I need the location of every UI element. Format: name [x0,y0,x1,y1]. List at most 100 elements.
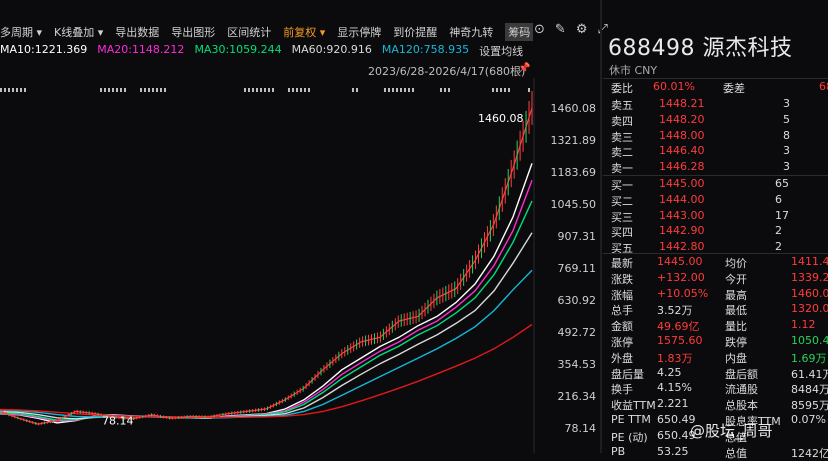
stat-value-2: 8484万 [791,383,828,397]
panel-divider [600,0,602,453]
stat-value-2: 1339.26 [791,270,828,284]
sell-volume: 8 [783,128,790,142]
toolbar-item-8[interactable]: 神奇九转 [449,24,493,40]
activity-mark [304,88,306,92]
stat-label: 外盘 [611,351,633,365]
buy-volume: 17 [775,208,789,222]
buy-label: 买三 [611,210,633,224]
ma30-label: MA30:1059.244 [194,43,282,56]
activity-mark [16,88,18,92]
quote-row: 买三 1443.00 17 [603,209,828,225]
quote-row: 卖四 1448.20 5 [603,113,828,129]
quote-row: 总手 3.52万 最低 1320.00 [603,302,828,318]
activity-mark [164,88,166,92]
sell-label: 卖二 [611,146,633,160]
quote-row: 卖五 1448.21 3 [603,97,828,113]
activity-mark [252,88,254,92]
toolbar-icons: ⊙ ✎ ⚙ ⤢ [534,22,608,37]
sell-volume: 3 [783,97,790,110]
activity-mark [300,88,302,92]
stat-value-2: 1.69万 [791,351,827,365]
series-line-price [0,107,533,425]
stat-label: 总手 [611,304,633,318]
quote-row: 卖二 1446.40 3 [603,144,828,160]
activity-mark [24,88,26,92]
toolbar-item-0[interactable]: 多周期 ▾ [0,24,42,40]
stat-value-2: 61.41万 [791,367,828,381]
toolbar-item-1[interactable]: K线叠加 ▾ [54,24,103,40]
market-status: 休市 CNY [609,64,658,77]
pencil-icon[interactable]: ✎ [555,22,566,37]
quote-row: 涨幅 +10.05% 最高 1460.08 [603,287,828,303]
stat-value: 1.83万 [657,351,693,365]
stat-label: 涨停 [611,336,633,349]
stat-label-2: 均价 [725,257,747,270]
ma60-label: MA60:920.916 [291,43,372,56]
y-tick-label: 1183.69 [551,166,597,179]
toolbar-item-3[interactable]: 导出图形 [171,24,215,40]
activity-mark [384,88,386,92]
settings-icon[interactable]: ⚙ [576,22,588,37]
pin-icon[interactable]: 📌 [518,63,530,74]
stat-value-2: 1050.40 [791,334,828,347]
buy-volume: 65 [775,177,789,190]
stat-value: 3.52万 [657,304,693,318]
ma-legend: MA10:1221.369 MA20:1148.212 MA30:1059.24… [0,43,533,59]
toolbar-item-9[interactable]: 筹码 [505,23,534,41]
activity-mark [504,88,506,92]
weibi-value: 60.01% [653,80,695,93]
sell-volume: 3 [783,144,790,158]
separator-bottom [603,253,828,254]
watermark: @股坛_周哥 [690,422,773,440]
max-price-label: 1460.08 [478,112,524,125]
activity-mark [112,88,114,92]
toolbar-item-7[interactable]: 到价提醒 [393,24,437,40]
activity-mark [388,88,390,92]
activity-mark [492,88,494,92]
activity-mark [396,88,398,92]
stat-value: 53.25 [657,444,689,458]
sell-label: 卖四 [611,114,633,128]
activity-mark [144,88,146,92]
activity-mark [412,88,414,92]
series-line-ma60 [0,232,533,420]
buy-price: 1442.90 [659,224,705,238]
activity-mark [264,88,266,92]
stat-value: 4.25 [657,365,682,379]
stat-value-2: 1320.00 [791,302,828,316]
circle-chevron-down-icon[interactable]: ⊙ [534,22,545,37]
quote-row: 外盘 1.83万 内盘 1.69万 [603,350,828,366]
toolbar-item-5[interactable]: 前复权 ▾ [283,24,325,40]
stat-value-2: 0.07% [791,413,826,426]
chart-svg[interactable]: 1460.08 1321.89 1183.69 1045.50 907.31 769.11… [0,78,598,453]
activity-mark [4,88,6,92]
stat-value-2: 8595万 [791,399,828,413]
toolbar-item-6[interactable]: 显示停牌 [337,24,381,40]
y-tick-label: 492.72 [558,326,597,339]
stat-value: 1445.00 [657,255,703,268]
activity-mark [8,88,10,92]
sell-label: 卖三 [611,130,633,144]
stat-value: 49.69亿 [657,320,700,334]
sell-label: 卖五 [611,99,633,112]
activity-mark [296,88,298,92]
activity-mark [108,88,110,92]
stat-label-2: 跌停 [725,336,747,349]
kline-chart[interactable]: 1460.08 1321.89 1183.69 1045.50 907.31 769.11… [0,78,598,453]
toolbar-item-2[interactable]: 导出数据 [115,24,159,40]
activity-mark [408,88,410,92]
separator-mid [603,175,828,176]
ma10-label: MA10:1221.369 [0,43,88,56]
activity-mark [152,88,154,92]
stat-value-2: 1411.43 [791,255,828,268]
activity-mark [148,88,150,92]
buy-label: 买一 [611,179,633,192]
settings-ma-button[interactable]: 设置均线 [479,43,523,59]
min-price-label: 78.14 [102,415,134,428]
toolbar-item-4[interactable]: 区间统计 [227,24,271,40]
activity-mark [352,88,354,92]
ma20-label: MA20:1148.212 [97,43,185,56]
activity-mark [440,88,442,92]
stat-label-2: 总股本 [725,399,758,413]
stat-label: 金额 [611,320,633,334]
